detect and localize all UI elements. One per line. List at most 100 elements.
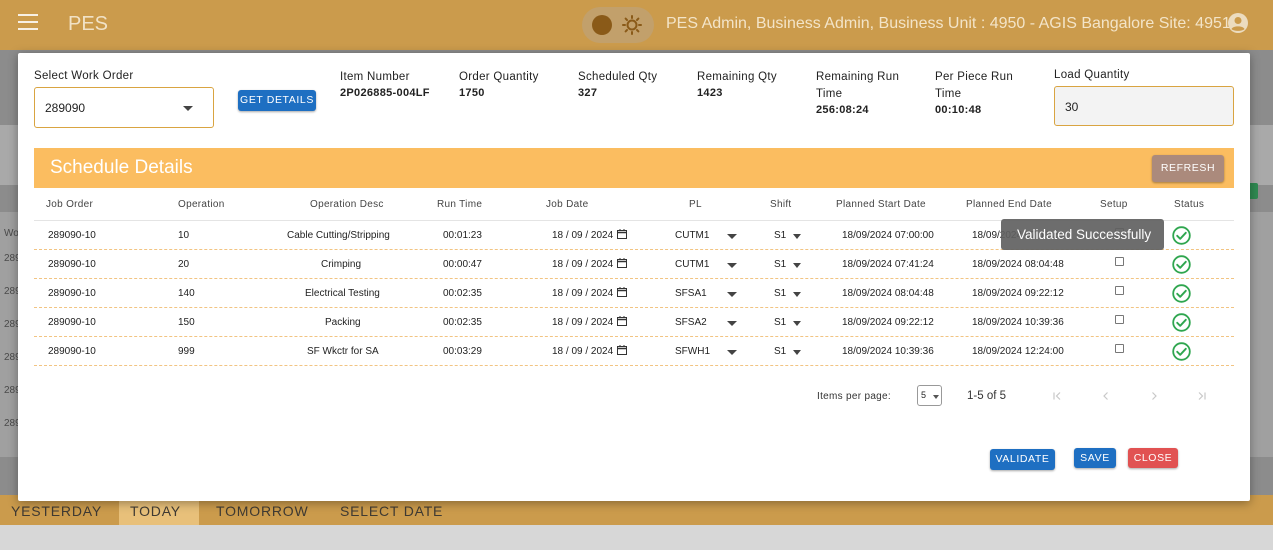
check-circle-icon	[1172, 342, 1191, 361]
get-details-button[interactable]: GET DETAILS	[238, 90, 316, 111]
job-date-input[interactable]: 18 / 09 / 2024	[552, 346, 613, 357]
chevron-down-icon	[183, 106, 193, 111]
info-label: Remaining Run Time	[816, 71, 900, 100]
info-per-piece-run-time: Per Piece Run Time 00:10:48	[935, 69, 1023, 116]
page-size-select[interactable]: 5	[917, 385, 942, 406]
pl-select[interactable]: SFSA1	[675, 288, 707, 299]
calendar-icon[interactable]	[617, 287, 627, 297]
info-value: 00:10:48	[935, 104, 982, 116]
shift-select[interactable]: S1	[774, 317, 786, 328]
app-toolbar: PES PES Admin, Business Admin, Business …	[0, 0, 1273, 50]
first-page-icon[interactable]	[1050, 389, 1064, 403]
select-work-order-label: Select Work Order	[34, 70, 134, 82]
column-header-operation-desc[interactable]: Operation Desc	[310, 199, 384, 210]
chevron-down-icon[interactable]	[793, 263, 801, 268]
info-label: Item Number	[340, 71, 410, 83]
shift-select[interactable]: S1	[774, 346, 786, 357]
menu-icon[interactable]	[18, 14, 38, 30]
cell-operation-desc: SF Wkctr for SA	[307, 346, 379, 357]
info-label: Order Quantity	[459, 71, 539, 83]
pl-select[interactable]: CUTM1	[675, 230, 709, 241]
check-circle-icon	[1172, 226, 1191, 245]
chevron-down-icon[interactable]	[727, 321, 737, 326]
chevron-down-icon[interactable]	[727, 263, 737, 268]
info-label: Scheduled Qty	[578, 71, 658, 83]
previous-page-icon[interactable]	[1099, 389, 1113, 403]
load-quantity-value: 30	[1065, 100, 1079, 114]
cell-operation-desc: Electrical Testing	[305, 288, 380, 299]
setup-checkbox[interactable]	[1115, 344, 1124, 353]
chevron-down-icon[interactable]	[793, 292, 801, 297]
chevron-down-icon[interactable]	[793, 234, 801, 239]
items-per-page-label: Items per page:	[817, 391, 891, 402]
shift-select[interactable]: S1	[774, 259, 786, 270]
job-date-input[interactable]: 18 / 09 / 2024	[552, 230, 613, 241]
info-item-number: Item Number 2P026885-004LF	[340, 69, 430, 99]
refresh-button[interactable]: REFRESH	[1152, 155, 1224, 182]
check-circle-icon	[1172, 255, 1191, 274]
setup-checkbox[interactable]	[1115, 257, 1124, 266]
theme-toggle[interactable]	[582, 7, 654, 43]
cell-operation: 20	[178, 259, 190, 270]
shift-select[interactable]: S1	[774, 230, 786, 241]
column-header-job-order[interactable]: Job Order	[46, 199, 93, 210]
save-button[interactable]: SAVE	[1074, 448, 1116, 468]
job-date-input[interactable]: 18 / 09 / 2024	[552, 317, 613, 328]
cell-operation-desc: Crimping	[321, 259, 362, 270]
column-header-job-date[interactable]: Job Date	[546, 199, 588, 210]
toggle-knob	[592, 15, 612, 35]
cell-job-order: 289090-10	[48, 346, 96, 357]
column-header-planned-end-date[interactable]: Planned End Date	[966, 199, 1052, 210]
table-row: 289090-10 140 Electrical Testing 00:02:3…	[34, 279, 1234, 308]
info-value: 2P026885-004LF	[340, 87, 430, 99]
pl-select[interactable]: SFSA2	[675, 317, 707, 328]
chevron-down-icon[interactable]	[727, 234, 737, 239]
column-header-run-time[interactable]: Run Time	[437, 199, 482, 210]
next-page-icon[interactable]	[1147, 389, 1161, 403]
setup-checkbox[interactable]	[1115, 315, 1124, 324]
calendar-icon[interactable]	[617, 345, 627, 355]
column-header-setup[interactable]: Setup	[1100, 199, 1128, 210]
sun-icon	[622, 15, 642, 35]
job-date-input[interactable]: 18 / 09 / 2024	[552, 259, 613, 270]
cell-run-time: 00:03:29	[443, 346, 482, 357]
info-remaining-qty: Remaining Qty 1423	[697, 69, 777, 99]
pl-select[interactable]: CUTM1	[675, 259, 709, 270]
column-header-shift[interactable]: Shift	[770, 199, 792, 210]
cell-run-time: 00:02:35	[443, 288, 482, 299]
cell-planned-start: 18/09/2024 10:39:36	[842, 346, 934, 357]
calendar-icon[interactable]	[617, 316, 627, 326]
column-header-planned-start-date[interactable]: Planned Start Date	[836, 199, 926, 210]
calendar-icon[interactable]	[617, 229, 627, 239]
cell-operation-desc: Packing	[325, 317, 361, 328]
cell-planned-start: 18/09/2024 09:22:12	[842, 317, 934, 328]
load-quantity-input[interactable]: 30	[1054, 86, 1234, 126]
setup-checkbox[interactable]	[1115, 286, 1124, 295]
chevron-down-icon[interactable]	[793, 350, 801, 355]
cell-operation: 140	[178, 288, 195, 299]
pl-select[interactable]: SFWH1	[675, 346, 710, 357]
calendar-icon[interactable]	[617, 258, 627, 268]
chevron-down-icon[interactable]	[727, 292, 737, 297]
schedule-dialog: Select Work Order 289090 GET DETAILS Ite…	[18, 53, 1250, 501]
cell-planned-end: 18/09/2024 12:24:00	[972, 346, 1064, 357]
column-header-pl[interactable]: PL	[689, 199, 702, 210]
cell-run-time: 00:00:47	[443, 259, 482, 270]
close-button[interactable]: CLOSE	[1128, 448, 1178, 468]
cell-operation: 150	[178, 317, 195, 328]
column-header-operation[interactable]: Operation	[178, 199, 225, 210]
cell-planned-end: 18/09/2024 08:04:48	[972, 259, 1064, 270]
last-page-icon[interactable]	[1195, 389, 1209, 403]
validate-button[interactable]: VALIDATE	[990, 449, 1055, 470]
job-date-input[interactable]: 18 / 09 / 2024	[552, 288, 613, 299]
table-row: 289090-10 150 Packing 00:02:35 18 / 09 /…	[34, 308, 1234, 337]
column-header-status[interactable]: Status	[1174, 199, 1204, 210]
chevron-down-icon[interactable]	[793, 321, 801, 326]
chevron-down-icon[interactable]	[727, 350, 737, 355]
work-order-select[interactable]: 289090	[34, 87, 214, 128]
shift-select[interactable]: S1	[774, 288, 786, 299]
cell-planned-end: 18/09/2024 09:22:12	[972, 288, 1064, 299]
account-icon[interactable]	[1227, 12, 1249, 34]
chevron-down-icon	[933, 395, 939, 399]
cell-planned-end: 18/09/2024 10:39:36	[972, 317, 1064, 328]
